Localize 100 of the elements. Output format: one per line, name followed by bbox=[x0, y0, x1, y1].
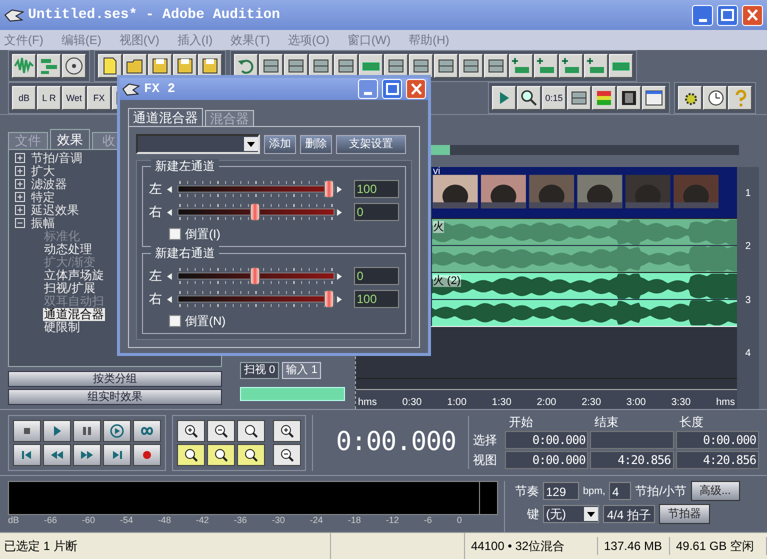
tree-item[interactable]: 立体声场旋 bbox=[43, 269, 105, 282]
close-button[interactable] bbox=[742, 4, 763, 26]
go-to-end-button[interactable] bbox=[103, 444, 131, 466]
clock-button[interactable] bbox=[703, 86, 727, 110]
loop-button[interactable] bbox=[133, 420, 161, 442]
pan-field[interactable]: 扫视 0 bbox=[240, 362, 280, 379]
slider-thumb[interactable] bbox=[250, 203, 260, 221]
vertical-zoom-out-button[interactable] bbox=[273, 444, 301, 466]
document-button[interactable] bbox=[98, 54, 122, 78]
zoom-out-button[interactable] bbox=[207, 420, 235, 442]
value-field[interactable]: 0 bbox=[354, 203, 399, 221]
checkbox[interactable] bbox=[169, 315, 181, 327]
slider[interactable] bbox=[176, 203, 333, 221]
toolbar-button[interactable]: FX bbox=[87, 86, 111, 110]
preset-button[interactable]: 添加 bbox=[264, 134, 296, 154]
pause-button[interactable] bbox=[73, 420, 101, 442]
maximize-button[interactable] bbox=[382, 79, 402, 99]
clip-button[interactable] bbox=[609, 54, 633, 78]
tree-item[interactable]: 扩大 bbox=[31, 165, 55, 178]
slider-label: 左 bbox=[149, 267, 163, 286]
slider[interactable] bbox=[176, 180, 333, 198]
magnifier-icon bbox=[243, 446, 259, 462]
time-field[interactable]: 0:00.000 bbox=[505, 451, 588, 469]
checkbox-label: 倒置(I) bbox=[185, 226, 220, 243]
advanced-button[interactable]: 高级... bbox=[690, 481, 740, 501]
slider-thumb[interactable] bbox=[324, 180, 334, 198]
meter-label: -48 bbox=[158, 515, 171, 525]
record-button[interactable] bbox=[133, 444, 161, 466]
gear-button[interactable] bbox=[678, 86, 702, 110]
effect-button[interactable]: 按类分组 bbox=[8, 371, 222, 387]
disc-button[interactable] bbox=[62, 54, 86, 78]
tool-button[interactable] bbox=[484, 54, 508, 78]
effect-button[interactable]: 组实时效果 bbox=[8, 389, 222, 405]
toolbar-button[interactable]: 0:15 bbox=[542, 86, 566, 110]
zoom-selection-button[interactable] bbox=[237, 444, 265, 466]
preset-dropdown[interactable] bbox=[136, 134, 260, 154]
preset-button[interactable]: 删除 bbox=[300, 134, 332, 154]
time-field[interactable]: 4:20.856 bbox=[590, 451, 674, 469]
time-field[interactable] bbox=[590, 431, 674, 449]
toolbar-button[interactable]: Wet bbox=[62, 86, 86, 110]
slider-thumb[interactable] bbox=[250, 267, 260, 285]
checkbox[interactable] bbox=[169, 228, 181, 240]
slider-thumb[interactable] bbox=[324, 290, 334, 308]
go-to-start-button[interactable] bbox=[13, 444, 41, 466]
value-field[interactable]: 100 bbox=[354, 290, 399, 308]
fast-forward-button[interactable] bbox=[73, 444, 101, 466]
film-button[interactable] bbox=[617, 86, 641, 110]
beats-field[interactable]: 4 bbox=[609, 482, 632, 500]
group-title: 新建右通道 bbox=[151, 246, 219, 260]
meter-button[interactable] bbox=[592, 86, 616, 110]
time-signature-field[interactable]: 4/4 拍子 bbox=[603, 505, 656, 523]
play-button[interactable] bbox=[43, 420, 71, 442]
magnifier-button[interactable] bbox=[517, 86, 541, 110]
zoom-right-button[interactable] bbox=[207, 444, 235, 466]
metronome-button[interactable]: 节拍器 bbox=[659, 504, 710, 524]
zoom-in-button[interactable] bbox=[177, 420, 205, 442]
slider[interactable] bbox=[176, 267, 333, 285]
tree-item[interactable]: 振幅 bbox=[31, 217, 55, 230]
tree-item[interactable]: 滤波器 bbox=[31, 178, 67, 191]
value-field[interactable]: 0 bbox=[354, 267, 399, 285]
tree-item[interactable]: 扫视/扩展 bbox=[43, 282, 96, 295]
value-field[interactable]: 100 bbox=[354, 180, 399, 198]
column-header: 结束 bbox=[593, 416, 620, 429]
right-arrow-icon bbox=[336, 296, 342, 302]
tree-item[interactable]: 通道混合器 bbox=[43, 308, 105, 321]
tree-item[interactable]: 特定 bbox=[31, 191, 55, 204]
time-field[interactable]: 0:00.000 bbox=[676, 431, 759, 449]
key-dropdown[interactable]: (无) bbox=[543, 505, 599, 523]
rewind-button[interactable] bbox=[43, 444, 71, 466]
time-field[interactable]: 0:00.000 bbox=[505, 431, 588, 449]
tree-item[interactable]: 动态处理 bbox=[43, 243, 93, 256]
panel-button[interactable] bbox=[642, 86, 666, 110]
question-button[interactable] bbox=[728, 86, 752, 110]
toolbar-button[interactable]: dB bbox=[12, 86, 36, 110]
vertical-zoom-in-button[interactable] bbox=[273, 420, 301, 442]
minimize-button[interactable] bbox=[692, 4, 713, 26]
tool-button[interactable] bbox=[434, 54, 458, 78]
slider[interactable] bbox=[176, 290, 333, 308]
stop-button[interactable] bbox=[13, 420, 41, 442]
tree-item[interactable]: 节拍/音调 bbox=[31, 152, 82, 165]
tool-button[interactable] bbox=[567, 86, 591, 110]
right-arrow-icon bbox=[336, 272, 342, 280]
play-to-end-button[interactable] bbox=[103, 420, 131, 442]
waveform-button[interactable] bbox=[12, 54, 36, 78]
zoom-left-button[interactable] bbox=[177, 444, 205, 466]
tool-button[interactable] bbox=[459, 54, 483, 78]
close-button[interactable] bbox=[406, 79, 426, 99]
tab[interactable]: 效果 bbox=[50, 129, 90, 149]
preset-button[interactable]: 支架设置 bbox=[336, 134, 406, 154]
tree-item[interactable]: 延迟效果 bbox=[31, 204, 79, 217]
tempo-field[interactable]: 129 bbox=[543, 482, 579, 500]
tree-item[interactable]: 硬限制 bbox=[43, 321, 81, 334]
tab[interactable]: 通道混合器 bbox=[128, 108, 203, 126]
maximize-button[interactable] bbox=[717, 4, 738, 26]
meter-label: dB bbox=[8, 515, 20, 525]
zoom-full-button[interactable] bbox=[237, 420, 265, 442]
time-field[interactable]: 4:20.856 bbox=[676, 451, 759, 469]
tracks-button[interactable] bbox=[37, 54, 61, 78]
toolbar-button[interactable]: L R bbox=[37, 86, 61, 110]
input-button[interactable]: 输入 1 bbox=[282, 362, 322, 379]
